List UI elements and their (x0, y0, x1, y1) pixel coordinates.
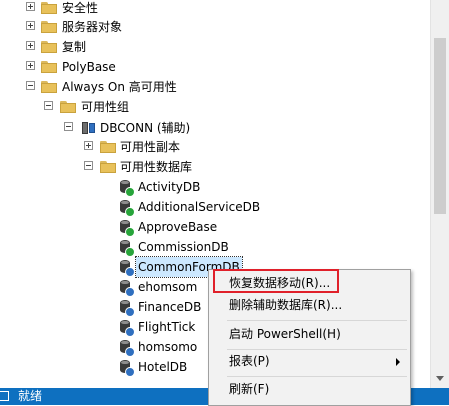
scroll-down-arrow-icon[interactable] (436, 376, 444, 381)
folder-icon (41, 81, 57, 93)
tree-node-availability-replicas[interactable]: 可用性副本 (0, 137, 420, 157)
expand-icon[interactable] (84, 141, 93, 150)
tree-node-label: 可用性数据库 (120, 160, 193, 174)
collapse-icon[interactable] (64, 122, 73, 131)
tree-node-database[interactable]: AdditionalServiceDB (0, 197, 420, 217)
folder-icon (100, 161, 116, 173)
status-icon (0, 391, 9, 401)
folder-icon (60, 101, 76, 113)
expand-icon[interactable] (26, 2, 35, 11)
database-synchronized-icon (119, 239, 135, 257)
tree-node-polybase[interactable]: PolyBase (0, 57, 420, 77)
tree-node-server-objects[interactable]: 服务器对象 (0, 17, 420, 37)
tree-node-label: CommissionDB (138, 240, 229, 254)
menu-separator (227, 376, 407, 377)
tree-node-availability-databases[interactable]: 可用性数据库 (0, 157, 420, 177)
tree-node-label: PolyBase (62, 60, 116, 74)
database-suspended-icon (119, 279, 135, 297)
tree-node-database[interactable]: CommissionDB (0, 237, 420, 257)
database-suspended-icon (119, 299, 135, 317)
availability-group-icon (80, 121, 96, 135)
tree-node-database[interactable]: ActivityDB (0, 177, 420, 197)
collapse-icon[interactable] (44, 101, 53, 110)
menu-item-start-powershell[interactable]: 启动 PowerShell(H) (211, 323, 408, 345)
tree-node-label: HotelDB (138, 360, 188, 374)
menu-item-label: 报表(P) (229, 354, 270, 368)
tree-node-label: 复制 (62, 40, 87, 54)
expand-icon[interactable] (26, 61, 35, 70)
tree-node-label: ehomsom (138, 280, 198, 294)
tree-node-label: FinanceDB (138, 300, 202, 314)
collapse-icon[interactable] (26, 81, 35, 90)
tree-node-label: 可用性副本 (120, 140, 181, 154)
tree-node-always-on[interactable]: Always On 高可用性 (0, 77, 420, 97)
menu-item-reports[interactable]: 报表(P) (211, 350, 408, 372)
database-synchronized-icon (119, 179, 135, 197)
tree-node-dbconn[interactable]: DBCONN (辅助) (0, 118, 420, 138)
database-suspended-icon (119, 259, 135, 277)
folder-icon (41, 61, 57, 73)
tree-node-label: 安全性 (62, 1, 99, 15)
tree-node-label: ActivityDB (138, 180, 201, 194)
database-suspended-icon (119, 339, 135, 357)
folder-icon (100, 141, 116, 153)
scrollbar-thumb[interactable] (434, 38, 446, 214)
tree-node-security[interactable]: 安全性 (0, 0, 420, 18)
tree-node-availability-groups[interactable]: 可用性组 (0, 97, 420, 117)
database-synchronized-icon (119, 219, 135, 237)
menu-item-label: 删除辅助数据库(R)... (229, 298, 343, 312)
expand-icon[interactable] (26, 41, 35, 50)
tree-node-replication[interactable]: 复制 (0, 37, 420, 57)
highlight-box (213, 269, 339, 293)
vertical-scrollbar[interactable] (430, 0, 449, 388)
expand-icon[interactable] (26, 21, 35, 30)
menu-item-remove-secondary-database[interactable]: 删除辅助数据库(R)... (211, 294, 408, 316)
tree-node-label: ApproveBase (138, 220, 218, 234)
tree-node-label: DBCONN (辅助) (100, 121, 191, 135)
tree-node-label: homsomo (138, 340, 198, 354)
database-synchronized-icon (119, 199, 135, 217)
tree-node-label: 可用性组 (81, 100, 130, 114)
tree-node-label: 服务器对象 (62, 20, 123, 34)
status-text: 就绪 (18, 389, 43, 403)
collapse-icon[interactable] (84, 161, 93, 170)
folder-icon (41, 41, 57, 53)
database-suspended-icon (119, 319, 135, 337)
menu-separator (227, 320, 407, 321)
tree-node-label: AdditionalServiceDB (138, 200, 261, 214)
submenu-arrow-icon (396, 358, 400, 366)
menu-item-label: 刷新(F) (229, 382, 270, 396)
menu-item-refresh[interactable]: 刷新(F) (211, 378, 408, 400)
menu-item-label: 启动 PowerShell(H) (229, 327, 341, 341)
folder-icon (41, 2, 57, 14)
tree-node-label: Always On 高可用性 (62, 80, 177, 94)
tree-node-label: FlightTick (138, 320, 196, 334)
folder-icon (41, 21, 57, 33)
database-suspended-icon (119, 359, 135, 377)
tree-node-database[interactable]: ApproveBase (0, 217, 420, 237)
